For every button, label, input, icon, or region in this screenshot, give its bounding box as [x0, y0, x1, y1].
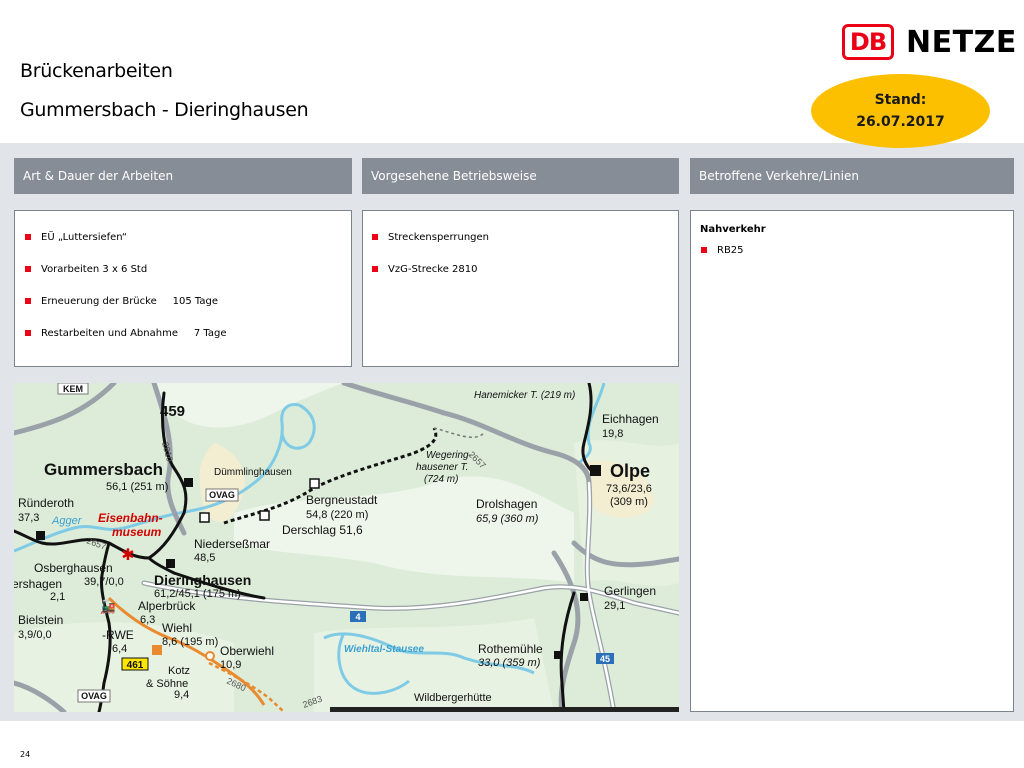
map-label-wiehltal: Wiehltal-Stausee [344, 644, 424, 655]
map-label-wildbergerhuette: Wildbergerhütte [414, 692, 492, 704]
map-label-461: 461 [127, 660, 144, 671]
map-label-bielstein-km: 3,9/0,0 [18, 629, 52, 641]
map-label-bielstein: Bielstein [18, 613, 63, 627]
map-label-wegeringhausener3: (724 m) [424, 474, 458, 485]
bullet-square-icon [701, 247, 707, 253]
map-label-osberghausen: Osberghausen [34, 561, 113, 575]
page-subtitle: Gummersbach - Dieringhausen [20, 99, 309, 121]
map-label-rwe-km: 6,4 [112, 643, 127, 655]
map-label-gerlingen: Gerlingen [604, 584, 656, 598]
map-label-derschlag: Derschlag 51,6 [282, 523, 363, 537]
stand-date: 26.07.2017 [856, 114, 945, 130]
map-label-niederseszmar: Niederseßmar [194, 537, 270, 551]
map-label-agger: Agger [51, 515, 83, 527]
map-label-ovag1: OVAG [209, 490, 235, 500]
svg-text:🚂: 🚂 [100, 599, 116, 615]
page-title: Brückenarbeiten [20, 60, 173, 82]
map-label-bergneustadt: Bergneustadt [306, 493, 378, 507]
map-label-drolshagen-km: 65,9 (360 m) [476, 513, 539, 525]
map-label-olpe-km2: (309 m) [610, 496, 648, 508]
map-label-niederseszmar-km: 48,5 [194, 552, 215, 564]
map-label-gerlingen-km: 29,1 [604, 600, 625, 612]
map-label-rothemuehle: Rothemühle [478, 642, 543, 656]
nahverkehr-heading: Nahverkehr [700, 224, 766, 235]
map-label-oberwiehl: Oberwiehl [220, 644, 274, 658]
map-label-duemmlinghausen: Dümmlinghausen [214, 467, 292, 478]
map-label-kotz1: Kotz [168, 665, 190, 677]
map-label-bergneustadt-km: 54,8 (220 m) [306, 509, 368, 521]
map-label-kotz-km: 9,4 [174, 689, 189, 701]
panel-art-dauer: EÜ „Luttersiefen“ Vorarbeiten 3 x 6 Std … [14, 210, 352, 367]
map-label-ershagen: ershagen [14, 577, 62, 591]
panel-verkehre: Nahverkehr RB25 [690, 210, 1014, 712]
map-label-ruenderoth-km: 37,3 [18, 512, 39, 524]
map-label-kem: KEM [63, 384, 83, 394]
map-label-wiehl-km: 8,6 (195 m) [162, 636, 218, 648]
stand-badge: Stand: 26.07.2017 [811, 74, 990, 148]
db-netze-logo: DB NETZE [842, 22, 1017, 62]
map-label-dieringhausen: Dieringhausen [154, 572, 251, 588]
map-label-route45: 45 [600, 654, 610, 664]
map-label-olpe-km1: 73,6/23,6 [606, 483, 652, 495]
map-label-ruenderoth: Ründeroth [18, 496, 74, 510]
panel-betriebsweise: Streckensperrungen VzG-Strecke 2810 [362, 210, 679, 367]
map-label-route4: 4 [355, 612, 360, 622]
route-map: ✱ 🚂 KEM 459 2810 Gummersbach 56,1 (251 m… [14, 383, 679, 712]
column-header-betriebsweise: Vorgesehene Betriebsweise [362, 158, 679, 194]
map-label-drolshagen: Drolshagen [476, 497, 537, 511]
map-label-hanemicker: Hanemicker T. (219 m) [474, 390, 575, 401]
map-label-wegeringhausener1: Wegering- [426, 450, 473, 461]
map-label-osberghausen-km: 39,7/0,0 [84, 576, 124, 588]
column-header-verkehre: Betroffene Verkehre/Linien [690, 158, 1014, 194]
bullet-square-icon [25, 298, 31, 304]
bullet-square-icon [25, 330, 31, 336]
map-label-ershagen-km: 2,1 [50, 591, 65, 603]
route-map-svg: ✱ 🚂 KEM 459 2810 Gummersbach 56,1 (251 m… [14, 383, 679, 712]
stand-label: Stand: [874, 92, 927, 108]
netze-wordmark: NETZE [906, 24, 1017, 60]
bullet-square-icon [372, 266, 378, 272]
db-logo-icon: DB [842, 24, 894, 60]
map-label-gummersbach-km: 56,1 (251 m) [106, 481, 168, 493]
map-label-wiehl: Wiehl [162, 621, 192, 635]
map-label-gummersbach: Gummersbach [44, 460, 163, 479]
map-label-rothemuehle-km: 33,0 (359 m) [478, 657, 541, 669]
map-label-eichhagen-km: 19,8 [602, 428, 623, 440]
column-header-art-dauer: Art & Dauer der Arbeiten [14, 158, 352, 194]
map-label-rwe: -RWE [102, 628, 134, 642]
map-label-eisenbahnmuseum1: Eisenbahn- [98, 511, 163, 525]
svg-text:✱: ✱ [121, 545, 134, 564]
map-label-wegeringhausener2: hausener T. [416, 462, 468, 473]
map-label-olpe: Olpe [610, 461, 650, 481]
bullet-square-icon [372, 234, 378, 240]
map-label-ovag2: OVAG [81, 691, 107, 701]
page-number: 24 [20, 750, 31, 759]
map-label-eisenbahnmuseum2: museum [112, 525, 162, 539]
bullet-square-icon [25, 234, 31, 240]
map-label-oberwiehl-km: 10,9 [220, 659, 241, 671]
map-label-459: 459 [160, 403, 185, 420]
bullet-square-icon [25, 266, 31, 272]
map-label-alperbrueck-km: 6,3 [140, 614, 155, 626]
map-label-alperbrueck: Alperbrück [138, 599, 196, 613]
map-label-eichhagen: Eichhagen [602, 412, 659, 426]
